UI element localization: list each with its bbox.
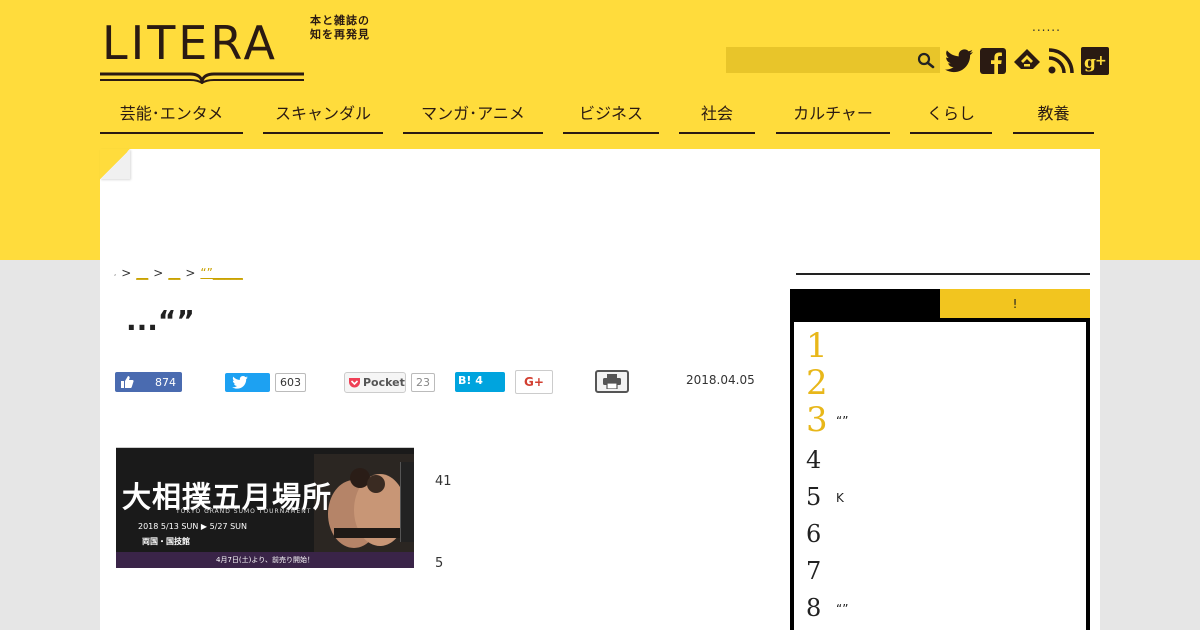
- twitter-icon[interactable]: [944, 46, 974, 76]
- image-dates: 2018 5/13 SUN ▶ 5/27 SUN: [138, 522, 247, 531]
- article-title: ...“”: [126, 304, 195, 337]
- ranking-tab-a[interactable]: [790, 289, 940, 319]
- image-notice: 4月7日(土)より、前売り開始！: [116, 552, 414, 568]
- print-icon: [603, 374, 621, 389]
- facebook-icon[interactable]: [978, 46, 1008, 76]
- ranking-item-8[interactable]: 8 “”: [806, 594, 1076, 630]
- image-subtitle: TOKYO GRAND SUMO TOURNAMENT: [176, 508, 312, 515]
- rss-icon[interactable]: [1046, 46, 1076, 76]
- ranking-item-5[interactable]: 5 K: [806, 483, 1076, 519]
- nav-item-business[interactable]: ビジネス: [563, 100, 659, 134]
- nav-item-society[interactable]: 社会: [679, 100, 755, 134]
- pocket-button[interactable]: Pocket: [344, 372, 406, 393]
- thumbs-up-icon: [121, 376, 134, 388]
- logo-wordmark: LITERA: [102, 16, 278, 70]
- search-box: [726, 47, 940, 73]
- header-dots: ......: [1032, 20, 1061, 34]
- breadcrumb-separator: >: [185, 266, 196, 280]
- nav-item-manga-anime[interactable]: マンガ･アニメ: [403, 100, 543, 134]
- google-plus-icon[interactable]: g +: [1080, 46, 1110, 76]
- search-input[interactable]: [726, 47, 912, 73]
- nav-item-liberal-arts[interactable]: 教養: [1013, 100, 1094, 134]
- like-count: 874: [155, 376, 176, 389]
- breadcrumb-link[interactable]: __: [136, 266, 148, 280]
- social-links: g +: [944, 46, 1110, 76]
- article-image[interactable]: 大相撲五月場所 TOKYO GRAND SUMO TOURNAMENT 2018…: [116, 430, 414, 568]
- ranking-item-4[interactable]: 4: [806, 446, 1076, 482]
- breadcrumb-link[interactable]: __: [168, 266, 180, 280]
- pocket-icon: [349, 378, 360, 388]
- pocket-label: Pocket: [363, 376, 405, 389]
- nav-item-culture[interactable]: カルチャー: [776, 100, 890, 134]
- rank-number: 7: [806, 557, 822, 585]
- breadcrumb-separator: >: [153, 266, 164, 280]
- nav-item-entertainment[interactable]: 芸能･エンタメ: [100, 100, 243, 134]
- breadcrumb-current[interactable]: “”_____: [200, 266, 242, 280]
- site-logo[interactable]: LITERA 本と雑誌の 知を再発見: [100, 14, 380, 86]
- breadcrumb: , > __ > __ > “”_____: [114, 266, 243, 280]
- google-plus-share-button[interactable]: G+: [515, 370, 553, 394]
- article-text-1: 41: [435, 474, 452, 489]
- sidebar-divider: [796, 273, 1090, 275]
- tweet-count: 603: [275, 373, 306, 392]
- image-side-panel: [400, 462, 414, 542]
- article-text-2: 5: [435, 556, 444, 571]
- ranking-item-7[interactable]: 7: [806, 557, 1076, 593]
- rank-text: “”: [836, 414, 849, 428]
- hatena-bookmark-button[interactable]: B! 4: [455, 372, 505, 392]
- search-icon[interactable]: [916, 51, 936, 69]
- nav-item-lifestyle[interactable]: くらし: [910, 100, 992, 134]
- image-venue: 両国・国技館: [142, 537, 190, 546]
- print-button[interactable]: [595, 370, 629, 393]
- rank-number: 2: [806, 363, 828, 403]
- nav-item-scandal[interactable]: スキャンダル: [263, 100, 383, 134]
- ranking-item-3[interactable]: 3 “”: [806, 400, 1076, 442]
- breadcrumb-home[interactable]: ,: [114, 269, 116, 277]
- logo-book-icon: [100, 72, 304, 84]
- breadcrumb-separator: >: [121, 266, 132, 280]
- facebook-like-button[interactable]: 874: [115, 372, 182, 392]
- logo-tagline: 本と雑誌の 知を再発見: [310, 14, 370, 42]
- tagline-line-2: 知を再発見: [310, 28, 370, 41]
- ranking-item-6[interactable]: 6: [806, 520, 1076, 556]
- rank-number: 4: [806, 446, 822, 474]
- pocket-count: 23: [411, 373, 435, 392]
- tagline-line-1: 本と雑誌の: [310, 14, 370, 27]
- image-header-strip: [116, 430, 414, 448]
- ranking-item-2[interactable]: 2: [806, 363, 1076, 405]
- svg-text:+: +: [1095, 53, 1107, 69]
- ranking-list: 1 2 3 “” 4 5 K 6 7 8 “”: [790, 318, 1090, 630]
- ranking-tab-b[interactable]: !: [940, 289, 1090, 319]
- rank-number: 1: [806, 326, 828, 366]
- page-fold-corner: [100, 149, 130, 179]
- rank-number: 5: [806, 483, 822, 511]
- rank-number: 6: [806, 520, 822, 548]
- rank-text: “”: [836, 602, 849, 616]
- tweet-button[interactable]: [225, 373, 270, 392]
- article-date: 2018.04.05: [686, 373, 755, 387]
- rank-text: K: [836, 491, 844, 505]
- rank-number: 3: [806, 400, 828, 440]
- ranking-item-1[interactable]: 1: [806, 326, 1076, 368]
- feedly-icon[interactable]: [1012, 46, 1042, 76]
- rank-number: 8: [806, 594, 822, 622]
- twitter-icon: [232, 376, 248, 389]
